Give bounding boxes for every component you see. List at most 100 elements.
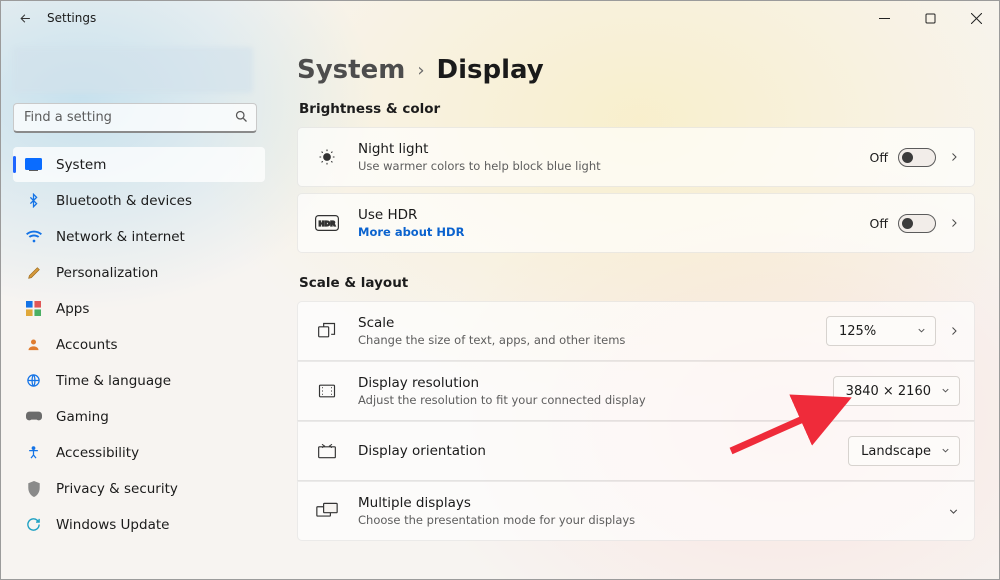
display-icon	[25, 156, 42, 173]
resolution-row[interactable]: Display resolution Adjust the resolution…	[297, 361, 975, 421]
shield-icon	[25, 480, 42, 497]
breadcrumb-separator-icon: ›	[417, 60, 424, 81]
search-icon	[234, 109, 249, 124]
sidebar-item-label: Apps	[56, 301, 89, 317]
accessibility-icon	[25, 444, 42, 461]
sidebar-item-accessibility[interactable]: Accessibility	[13, 435, 265, 470]
sidebar-item-windows-update[interactable]: Windows Update	[13, 507, 265, 542]
sidebar-item-label: Windows Update	[56, 517, 169, 533]
chevron-right-icon	[948, 151, 960, 163]
multiple-displays-subtitle: Choose the presentation mode for your di…	[358, 513, 929, 527]
switch-icon	[898, 148, 936, 167]
orientation-row[interactable]: Display orientation Landscape	[297, 421, 975, 481]
chevron-down-icon	[940, 445, 951, 456]
user-account-block[interactable]	[13, 47, 253, 93]
orientation-dropdown[interactable]: Landscape	[848, 436, 960, 466]
maximize-button[interactable]	[907, 1, 953, 35]
hdr-row[interactable]: HDR Use HDR More about HDR Off	[297, 193, 975, 253]
chevron-down-icon	[947, 505, 960, 518]
sidebar-item-label: Time & language	[56, 373, 171, 389]
paintbrush-icon	[25, 264, 42, 281]
scale-title: Scale	[358, 315, 808, 331]
gamepad-icon	[25, 408, 42, 425]
scale-dropdown[interactable]: 125%	[826, 316, 936, 346]
sidebar: System Bluetooth & devices Network & int…	[1, 35, 273, 579]
minimize-button[interactable]	[861, 1, 907, 35]
scale-subtitle: Change the size of text, apps, and other…	[358, 333, 808, 347]
night-light-subtitle: Use warmer colors to help block blue lig…	[358, 159, 852, 173]
sidebar-item-gaming[interactable]: Gaming	[13, 399, 265, 434]
sidebar-item-label: Network & internet	[56, 229, 185, 245]
sidebar-item-time-language[interactable]: Time & language	[13, 363, 265, 398]
night-light-toggle[interactable]: Off	[870, 148, 936, 167]
night-light-title: Night light	[358, 141, 852, 157]
minimize-icon	[879, 13, 890, 24]
hdr-title: Use HDR	[358, 207, 852, 223]
main-panel: System › Display Brightness & color Nigh…	[273, 35, 999, 579]
sidebar-item-label: System	[56, 157, 106, 173]
sidebar-item-personalization[interactable]: Personalization	[13, 255, 265, 290]
orientation-icon	[314, 442, 340, 460]
resolution-dropdown[interactable]: 3840 × 2160	[833, 376, 960, 406]
sidebar-item-label: Personalization	[56, 265, 158, 281]
globe-clock-icon	[25, 372, 42, 389]
app-title: Settings	[47, 11, 96, 25]
multiple-displays-row[interactable]: Multiple displays Choose the presentatio…	[297, 481, 975, 541]
chevron-right-icon	[948, 325, 960, 337]
multiple-displays-icon	[314, 502, 340, 520]
resolution-icon	[314, 381, 340, 401]
back-button[interactable]	[7, 1, 43, 35]
svg-text:HDR: HDR	[318, 220, 336, 228]
maximize-icon	[925, 13, 936, 24]
scale-value: 125%	[839, 324, 876, 339]
section-brightness-color: Brightness & color	[299, 101, 975, 117]
resolution-subtitle: Adjust the resolution to fit your connec…	[358, 393, 815, 407]
toggle-off-label: Off	[870, 216, 888, 231]
person-icon	[25, 336, 42, 353]
switch-icon	[898, 214, 936, 233]
scale-row[interactable]: Scale Change the size of text, apps, and…	[297, 301, 975, 361]
sidebar-item-system[interactable]: System	[13, 147, 265, 182]
sidebar-item-label: Accounts	[56, 337, 118, 353]
scale-icon	[314, 321, 340, 341]
arrow-left-icon	[18, 11, 33, 26]
hdr-icon: HDR	[314, 215, 340, 231]
chevron-right-icon	[948, 217, 960, 229]
chevron-down-icon	[940, 385, 951, 396]
close-button[interactable]	[953, 1, 999, 35]
night-light-icon	[314, 147, 340, 167]
multiple-displays-title: Multiple displays	[358, 495, 929, 511]
resolution-title: Display resolution	[358, 375, 815, 391]
section-scale-layout: Scale & layout	[299, 275, 975, 291]
sidebar-item-label: Bluetooth & devices	[56, 193, 192, 209]
hdr-toggle[interactable]: Off	[870, 214, 936, 233]
sidebar-item-label: Gaming	[56, 409, 109, 425]
sidebar-item-label: Privacy & security	[56, 481, 178, 497]
sidebar-item-accounts[interactable]: Accounts	[13, 327, 265, 362]
search-input[interactable]	[13, 103, 257, 133]
sidebar-item-label: Accessibility	[56, 445, 139, 461]
chevron-down-icon	[916, 325, 927, 336]
sidebar-item-privacy[interactable]: Privacy & security	[13, 471, 265, 506]
close-icon	[971, 13, 982, 24]
window-controls	[861, 1, 999, 35]
toggle-off-label: Off	[870, 150, 888, 165]
wifi-icon	[25, 228, 42, 245]
bluetooth-icon	[25, 192, 42, 209]
breadcrumb-parent[interactable]: System	[297, 55, 405, 85]
titlebar: Settings	[1, 1, 999, 35]
breadcrumb-current: Display	[437, 55, 544, 85]
update-icon	[25, 516, 42, 533]
orientation-value: Landscape	[861, 444, 931, 459]
resolution-value: 3840 × 2160	[846, 384, 931, 399]
sidebar-item-apps[interactable]: Apps	[13, 291, 265, 326]
orientation-title: Display orientation	[358, 443, 830, 459]
search-wrapper	[13, 103, 257, 133]
hdr-more-link[interactable]: More about HDR	[358, 225, 852, 239]
nav-list: System Bluetooth & devices Network & int…	[13, 147, 265, 542]
sidebar-item-network[interactable]: Network & internet	[13, 219, 265, 254]
apps-icon	[25, 300, 42, 317]
night-light-row[interactable]: Night light Use warmer colors to help bl…	[297, 127, 975, 187]
breadcrumb: System › Display	[297, 55, 975, 85]
sidebar-item-bluetooth[interactable]: Bluetooth & devices	[13, 183, 265, 218]
